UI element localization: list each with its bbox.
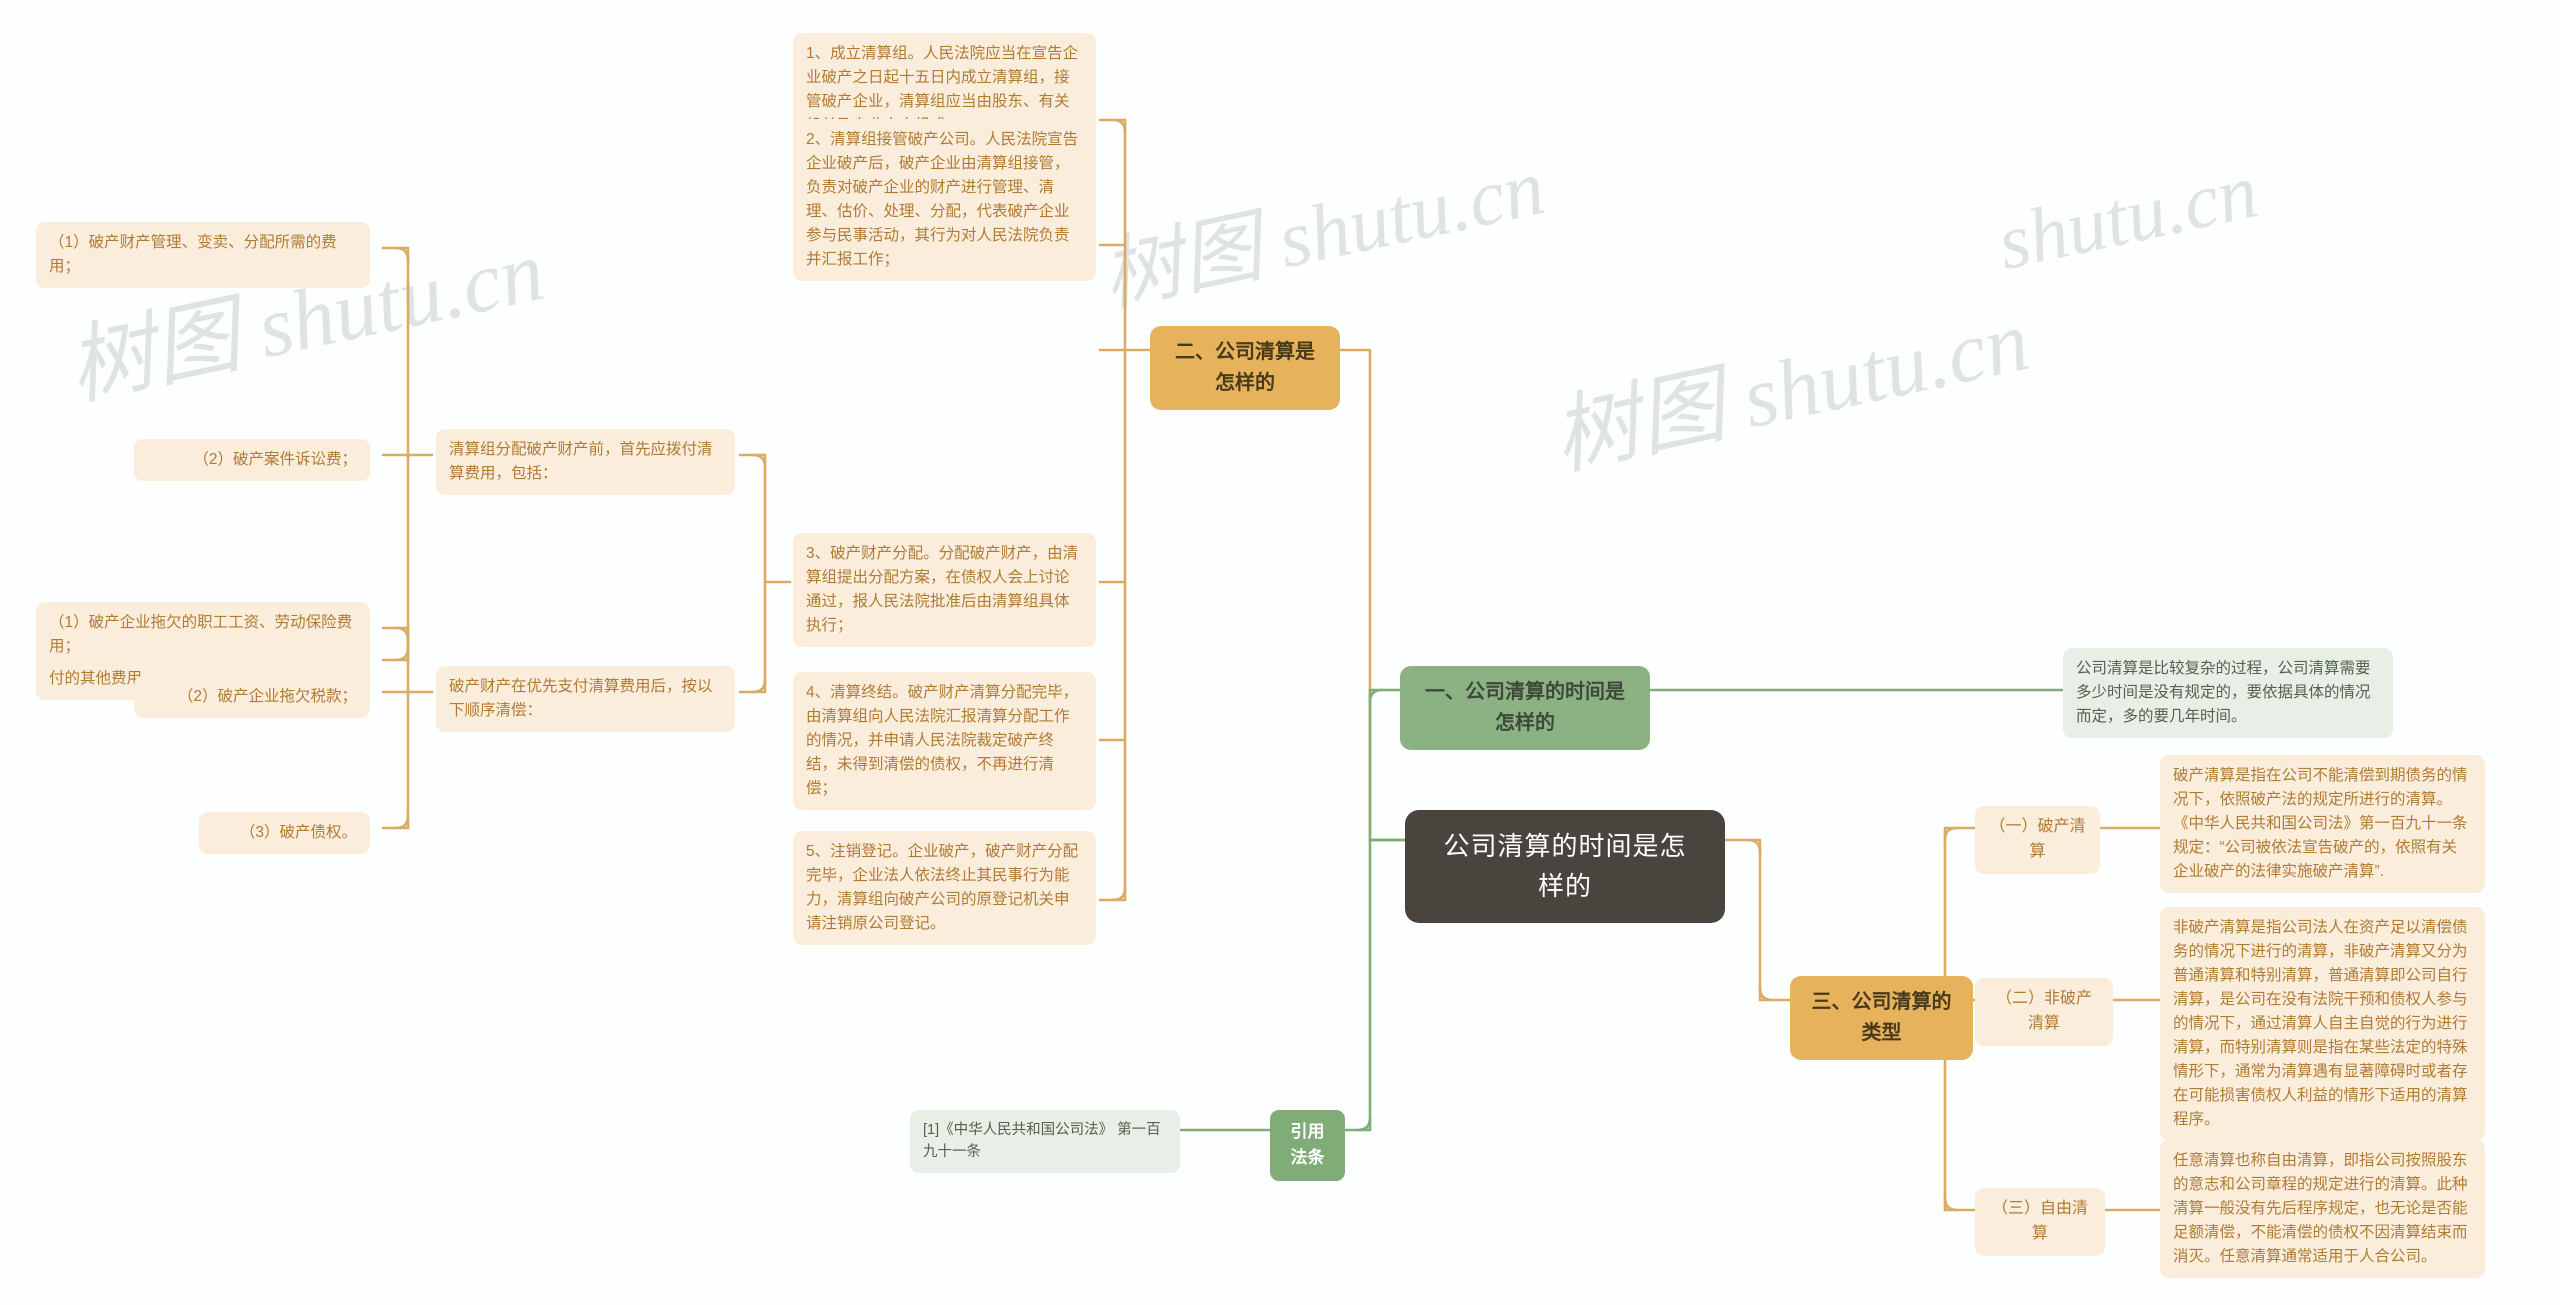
- fee-item-1[interactable]: （1）破产财产管理、变卖、分配所需的费用；: [36, 222, 370, 289]
- type-label-3[interactable]: （三）自由清算: [1975, 1188, 2105, 1256]
- step-node-3[interactable]: 3、破产财产分配。分配破产财产，由清算组提出分配方案，在债权人会上讨论通过，报人…: [793, 533, 1096, 648]
- order-item-1[interactable]: （1）破产企业拖欠的职工工资、劳动保险费用；: [36, 602, 370, 669]
- order-item-3[interactable]: （3）破产债权。: [199, 812, 370, 855]
- citation-item[interactable]: [1]《中华人民共和国公司法》 第一百九十一条: [910, 1110, 1180, 1173]
- branch-node-1[interactable]: 一、公司清算的时间是怎样的: [1400, 666, 1650, 750]
- type-label-2[interactable]: （二）非破产清算: [1975, 978, 2113, 1046]
- step-node-2[interactable]: 2、清算组接管破产公司。人民法院宣告企业破产后，破产企业由清算组接管，负责对破产…: [793, 119, 1096, 282]
- type-detail-1[interactable]: 破产清算是指在公司不能清偿到期债务的情况下，依照破产法的规定所进行的清算。《中华…: [2160, 755, 2485, 894]
- branch-node-2[interactable]: 二、公司清算是怎样的: [1150, 326, 1340, 410]
- type-label-1[interactable]: （一）破产清算: [1975, 806, 2100, 874]
- branch-node-3[interactable]: 三、公司清算的类型: [1790, 976, 1973, 1060]
- step-node-5[interactable]: 5、注销登记。企业破产，破产财产分配完毕，企业法人依法终止其民事行为能力，清算组…: [793, 831, 1096, 946]
- mindmap-canvas: 树图 shutu.cn 树图 shutu.cn 树图 shutu.cn shut…: [0, 0, 2560, 1305]
- type-detail-2[interactable]: 非破产清算是指公司法人在资产足以清偿债务的情况下进行的清算，非破产清算又分为普通…: [2160, 907, 2485, 1142]
- step-node-4[interactable]: 4、清算终结。破产财产清算分配完毕，由清算组向人民法院汇报清算分配工作的情况，并…: [793, 672, 1096, 811]
- fee-item-2[interactable]: （2）破产案件诉讼费；: [134, 439, 370, 482]
- fee-group-node[interactable]: 清算组分配破产财产前，首先应拨付清算费用，包括：: [436, 429, 735, 496]
- root-node[interactable]: 公司清算的时间是怎样的: [1405, 810, 1725, 923]
- order-group-node[interactable]: 破产财产在优先支付清算费用后，按以下顺序清偿：: [436, 666, 735, 733]
- type-detail-3[interactable]: 任意清算也称自由清算，即指公司按照股东的意志和公司章程的规定进行的清算。此种清算…: [2160, 1140, 2485, 1279]
- citation-node[interactable]: 引用法条: [1270, 1110, 1345, 1181]
- order-item-2[interactable]: （2）破产企业拖欠税款；: [134, 676, 370, 719]
- branch-1-detail[interactable]: 公司清算是比较复杂的过程，公司清算需要多少时间是没有规定的，要依据具体的情况而定…: [2063, 648, 2393, 739]
